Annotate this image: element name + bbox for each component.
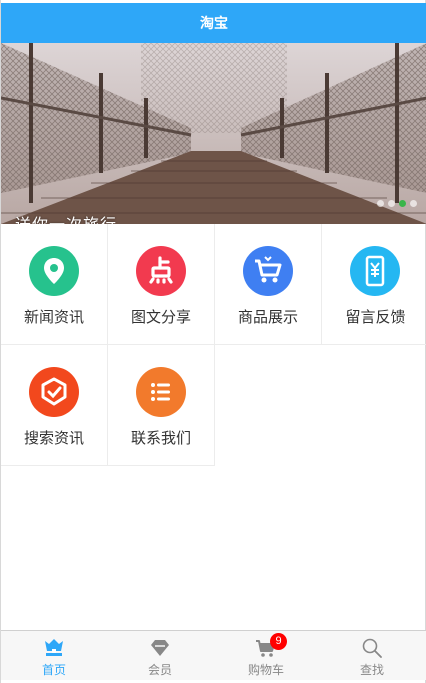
diamond-icon bbox=[151, 640, 169, 656]
grid-item-label: 新闻资讯 bbox=[23, 309, 84, 326]
check-shield-icon bbox=[29, 367, 79, 417]
grid-item-label: 图文分享 bbox=[130, 309, 191, 326]
grid-item-label: 搜索资讯 bbox=[23, 430, 84, 447]
grid-item-contact[interactable]: 联系我们 bbox=[108, 345, 215, 466]
tab-member[interactable]: 会员 bbox=[107, 631, 213, 681]
tab-cart[interactable]: 9 购物车 bbox=[213, 631, 319, 681]
tab-label: 首页 bbox=[41, 663, 66, 677]
search-icon bbox=[362, 638, 382, 658]
tab-label: 会员 bbox=[147, 663, 172, 677]
dian-text-icon bbox=[136, 246, 186, 296]
grid-item-label: 商品展示 bbox=[237, 309, 298, 326]
cart-count-badge: 9 bbox=[270, 633, 287, 650]
slide-dot[interactable] bbox=[377, 200, 384, 207]
tab-label: 查找 bbox=[359, 663, 384, 677]
bottom-tab-bar: 首页 会员 9 购物车 查找 bbox=[1, 630, 426, 680]
tab-home[interactable]: 首页 bbox=[1, 631, 107, 681]
shopping-cart-icon bbox=[243, 246, 293, 296]
tab-label: 购物车 bbox=[247, 663, 284, 677]
tab-search[interactable]: 查找 bbox=[319, 631, 425, 681]
slide-dot-active[interactable] bbox=[399, 200, 406, 207]
grid-item-label: 联系我们 bbox=[130, 430, 191, 447]
phone-yen-icon bbox=[350, 246, 400, 296]
grid-item-news[interactable]: 新闻资讯 bbox=[1, 224, 108, 345]
slide-dot[interactable] bbox=[388, 200, 395, 207]
location-pin-icon bbox=[29, 246, 79, 296]
app-page: 淘宝 新闻资讯 图文分享 商品展示 留言反馈 搜索资讯 联系我们 首页 会员 9… bbox=[0, 0, 426, 683]
banner-caption: 送你一次旅行 bbox=[15, 211, 117, 224]
grid-item-share[interactable]: 图文分享 bbox=[108, 224, 215, 345]
list-icon bbox=[136, 367, 186, 417]
page-title: 淘宝 bbox=[1, 3, 426, 43]
home-icon bbox=[45, 639, 63, 656]
slide-dot[interactable] bbox=[410, 200, 417, 207]
banner-image bbox=[1, 43, 426, 224]
grid-item-search[interactable]: 搜索资讯 bbox=[1, 345, 108, 466]
banner-slider[interactable]: 送你一次旅行 bbox=[1, 43, 426, 224]
grid-item-label: 留言反馈 bbox=[345, 309, 406, 326]
grid-item-feedback[interactable]: 留言反馈 bbox=[322, 224, 426, 345]
grid-item-products[interactable]: 商品展示 bbox=[215, 224, 322, 345]
slide-indicator bbox=[377, 200, 417, 207]
